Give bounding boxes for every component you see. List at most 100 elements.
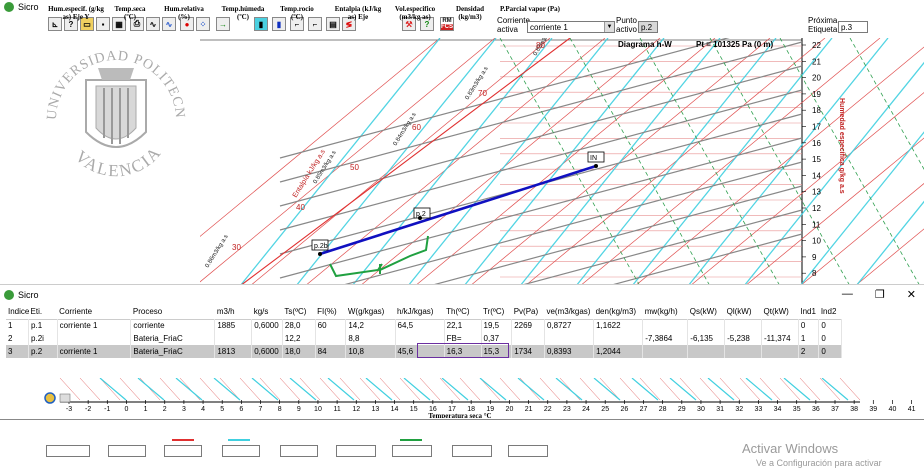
right-axis-tick-label: 16: [812, 139, 821, 148]
strip-wetbulb-line: [631, 378, 659, 401]
hum-especif-field[interactable]: [46, 445, 90, 457]
table-cell: [593, 332, 644, 345]
state-point-marker: [318, 252, 322, 256]
app-icon: [4, 2, 14, 12]
strip-enthalpy-line: [319, 378, 341, 401]
close-icon[interactable]: ✕: [907, 288, 916, 301]
minimize-icon[interactable]: —: [842, 288, 853, 301]
table-header-cell[interactable]: Th(ºC): [444, 305, 481, 319]
right-axis-tick-label: 12: [812, 204, 821, 213]
right-axis-tick-label: 19: [812, 90, 821, 99]
table-cell: 0,6000: [251, 318, 283, 332]
table-cell: 1734: [511, 345, 545, 358]
chevron-down-icon[interactable]: ▼: [604, 22, 614, 32]
table-header-cell[interactable]: Proceso: [131, 305, 215, 319]
p-parcial-field[interactable]: [508, 445, 548, 457]
entalpia-field[interactable]: [336, 445, 376, 457]
temp-rocio-field[interactable]: [280, 445, 318, 457]
densidad-label: Densidad (kg/m3): [455, 5, 484, 21]
table-header-cell[interactable]: den(kg/m3): [594, 305, 643, 319]
table-cell: [544, 332, 595, 345]
table-cell: 8,8: [345, 332, 396, 345]
strip-enthalpy-line: [259, 378, 281, 401]
punto-activo-field[interactable]: p.2: [638, 21, 658, 33]
x-axis-tick-label: 5: [220, 406, 224, 413]
temp-seca-field[interactable]: [108, 445, 146, 457]
hum-relativa-field[interactable]: [164, 445, 202, 457]
point-label: IN: [590, 155, 597, 162]
dry-bulb-line: [279, 89, 803, 231]
temp-humeda-field[interactable]: [222, 445, 260, 457]
table-cell: [724, 318, 762, 332]
x-axis-tick-label: 35: [793, 406, 801, 413]
strip-enthalpy-line: [839, 378, 861, 401]
temp-seca-label: Temp.seca (ºC): [114, 5, 146, 21]
dry-bulb-line: [337, 161, 803, 286]
enthalpy-tick-label: 60: [412, 123, 421, 132]
state-point-marker: [418, 216, 422, 220]
densidad-field[interactable]: [452, 445, 492, 457]
x-axis-tick-label: 36: [812, 406, 820, 413]
table-header-cell[interactable]: Corriente: [57, 305, 131, 319]
table-header-cell[interactable]: kg/s: [252, 305, 283, 319]
strip-enthalpy-line: [619, 378, 641, 401]
table-cell: 12,2: [282, 332, 316, 345]
x-axis-tick-label: 0: [124, 406, 128, 413]
table-header-cell[interactable]: h/kJ/kgas): [395, 305, 444, 319]
table-cell: corriente 1: [57, 318, 132, 332]
strip-wetbulb-line: [517, 378, 545, 401]
wet-bulb-line: [743, 61, 924, 286]
proxima-etiqueta-field[interactable]: p.3: [838, 21, 868, 33]
table-cell: 10,8: [345, 345, 396, 358]
table-header-cell[interactable]: ve(m3/kgas): [544, 305, 593, 319]
strip-wetbulb-line: [821, 378, 849, 401]
table-cell: 3: [6, 345, 30, 358]
hum-especif-label: Hum.especif. (g/kg as) Eje Y: [48, 5, 104, 21]
strip-enthalpy-line: [179, 378, 201, 401]
table-header-cell[interactable]: Ind1: [798, 305, 818, 319]
table-header-cell[interactable]: Tr(ºC): [481, 305, 512, 319]
table-header-cell[interactable]: Ql(kW): [725, 305, 762, 319]
x-axis-tick-label: 11: [333, 406, 340, 413]
table-cell: [687, 318, 726, 332]
right-axis-tick-label: 15: [812, 155, 821, 164]
table-header-cell[interactable]: Qt(kW): [762, 305, 799, 319]
table-row[interactable]: 1 p.1 corriente 1 corriente 1885 0,6000 28,0 60…: [6, 318, 842, 332]
strip-enthalpy-line: [639, 378, 661, 401]
strip-enthalpy-line: [279, 378, 301, 401]
wet-bulb-line: [687, 38, 889, 286]
table-header-cell[interactable]: W(g/kgas): [346, 305, 395, 319]
x-axis-tick-label: 8: [278, 406, 282, 413]
psychrometric-diagram[interactable]: 304050607080Entalpía kJ/kg a.s0.86m3/kg …: [200, 38, 924, 286]
table-cell: [761, 345, 799, 358]
table-cell: 0: [818, 318, 842, 332]
table-header-cell[interactable]: Ts(ºC): [282, 305, 315, 319]
green-bracket-b: [379, 235, 429, 271]
temperature-axis-strip: -3 -2 -1 0 1 2 3 4 5 6 7 8 9 10 11 12 13 14 15 16 17 18 19 20 21…: [44, 378, 916, 418]
table-cell: 18,0: [282, 345, 316, 358]
restore-icon[interactable]: ❐: [875, 288, 885, 301]
table-header-cell[interactable]: mw(kg/h): [643, 305, 688, 319]
table-header-cell[interactable]: Indice: [6, 305, 29, 319]
x-axis-tick-label: 39: [869, 406, 877, 413]
x-axis-tick-label: 25: [601, 406, 609, 413]
table-header-cell[interactable]: Qs(kW): [688, 305, 725, 319]
strip-enthalpy-line: [559, 378, 581, 401]
right-axis-tick-label: 13: [812, 188, 821, 197]
table-cell: [214, 332, 253, 345]
corriente-select[interactable]: corriente 1 ▼: [527, 21, 615, 33]
strip-enthalpy-line: [759, 378, 781, 401]
table-header-cell[interactable]: m3/h: [215, 305, 252, 319]
table-header-cell[interactable]: Pv(Pa): [512, 305, 545, 319]
vol-especifico-field[interactable]: [392, 445, 432, 457]
table-header-cell[interactable]: FI(%): [315, 305, 346, 319]
strip-wetbulb-line: [555, 378, 583, 401]
temp-rocio-label: Temp.rocio (ºC): [280, 5, 314, 21]
table-header-cell[interactable]: Eti.: [29, 305, 58, 319]
fb-highlight-box: [417, 343, 509, 358]
wet-bulb-line: [463, 38, 665, 286]
table-cell: 0,8393: [544, 345, 595, 358]
x-axis-tick-label: 12: [352, 406, 360, 413]
table-header-cell[interactable]: Ind2: [819, 305, 842, 319]
strip-wetbulb-line: [99, 378, 127, 401]
